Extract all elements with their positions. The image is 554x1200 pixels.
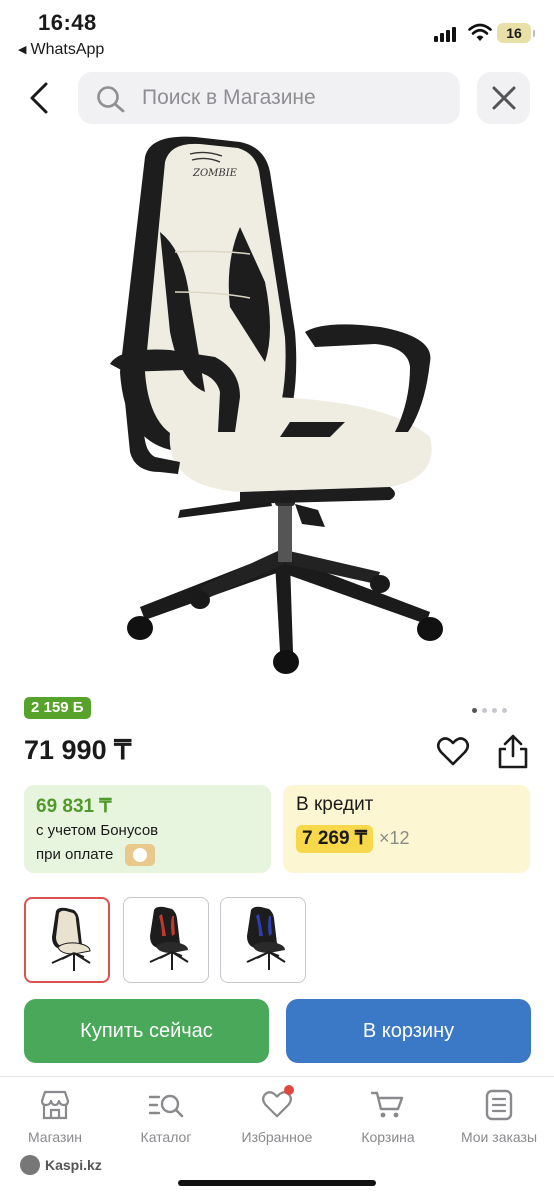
add-to-cart-button[interactable]: В корзину xyxy=(286,999,531,1063)
wifi-icon xyxy=(468,23,492,41)
product-image[interactable]: ZOMBIE xyxy=(90,132,450,682)
tab-store[interactable]: Магазин xyxy=(0,1087,110,1145)
variant-thumbnail-red[interactable] xyxy=(123,897,209,983)
back-app-label: WhatsApp xyxy=(30,41,105,58)
credit-monthly-payment: 7 269 ₸ xyxy=(296,825,373,853)
tab-label: Корзина xyxy=(361,1129,415,1145)
pagination-dot[interactable] xyxy=(472,708,477,713)
bonus-price-card[interactable]: 69 831 ₸ с учетом Бонусов при оплате xyxy=(24,785,271,873)
share-button[interactable] xyxy=(496,734,530,770)
search-icon xyxy=(97,86,125,113)
store-icon xyxy=(40,1090,70,1120)
tab-label: Избранное xyxy=(241,1129,313,1145)
bonus-price-caption: с учетом Бонусов xyxy=(36,822,159,839)
tab-catalog[interactable]: Каталог xyxy=(111,1087,221,1145)
tab-my-orders[interactable]: Мои заказы xyxy=(444,1087,554,1145)
kaspi-logo-icon xyxy=(20,1155,40,1175)
heart-icon xyxy=(436,737,470,766)
back-triangle-icon: ◀ xyxy=(18,44,27,56)
cart-icon xyxy=(370,1091,404,1118)
image-pagination-dots[interactable] xyxy=(472,700,512,713)
status-time: 16:48 xyxy=(38,10,97,35)
tab-favorites[interactable]: Избранное xyxy=(222,1085,332,1145)
tab-label: Магазин xyxy=(27,1129,82,1145)
notification-dot xyxy=(284,1085,294,1095)
credit-term: ×12 xyxy=(379,828,410,848)
buy-now-button[interactable]: Купить сейчас xyxy=(24,999,269,1063)
catalog-search-icon xyxy=(148,1094,184,1118)
product-price: 71 990 ₸ xyxy=(24,735,132,765)
svg-text:ZOMBIE: ZOMBIE xyxy=(192,168,238,179)
pagination-dot[interactable] xyxy=(482,708,487,713)
tab-label: Каталог xyxy=(140,1129,192,1145)
bonus-price-amount: 69 831 ₸ xyxy=(36,796,112,817)
chevron-left-icon xyxy=(30,82,48,114)
chair-seat xyxy=(169,397,432,504)
back-button[interactable] xyxy=(20,78,60,118)
chair-thumbnail-icon xyxy=(51,907,91,971)
search-input[interactable]: Поиск в Магазине xyxy=(78,72,460,124)
home-indicator[interactable] xyxy=(178,1180,376,1186)
kaspi-logo-text: Kaspi.kz xyxy=(45,1157,102,1173)
orders-icon xyxy=(485,1089,513,1121)
share-icon xyxy=(498,734,528,769)
tab-label: Мои заказы xyxy=(460,1129,538,1145)
favorite-button[interactable] xyxy=(436,736,470,768)
credit-label: В кредит xyxy=(296,794,374,815)
bonus-price-payment-caption: при оплате xyxy=(36,846,114,863)
kaspi-pay-icon xyxy=(125,844,155,866)
battery-indicator: 16 xyxy=(497,23,535,43)
chair-base xyxy=(127,490,443,674)
variant-thumbnail-blue[interactable] xyxy=(220,897,306,983)
close-icon xyxy=(492,86,516,110)
search-placeholder: Поиск в Магазине xyxy=(142,86,316,109)
pagination-dot[interactable] xyxy=(502,708,507,713)
tab-cart[interactable]: Корзина xyxy=(333,1087,443,1145)
chair-thumbnail-icon xyxy=(246,906,286,970)
credit-card[interactable]: В кредит 7 269 ₸ ×12 xyxy=(283,785,530,873)
variant-thumbnail-white[interactable] xyxy=(24,897,110,983)
back-to-app-link[interactable]: ◀ WhatsApp xyxy=(18,41,104,59)
close-search-button[interactable] xyxy=(477,72,530,124)
chair-thumbnail-icon xyxy=(149,906,189,970)
bonus-badge: 2 159 Б xyxy=(24,697,91,719)
cellular-signal-icon xyxy=(434,26,460,42)
status-bar: 16:48 ◀ WhatsApp 16 xyxy=(0,0,554,64)
kaspi-logo: Kaspi.kz xyxy=(20,1155,102,1175)
pagination-dot[interactable] xyxy=(492,708,497,713)
